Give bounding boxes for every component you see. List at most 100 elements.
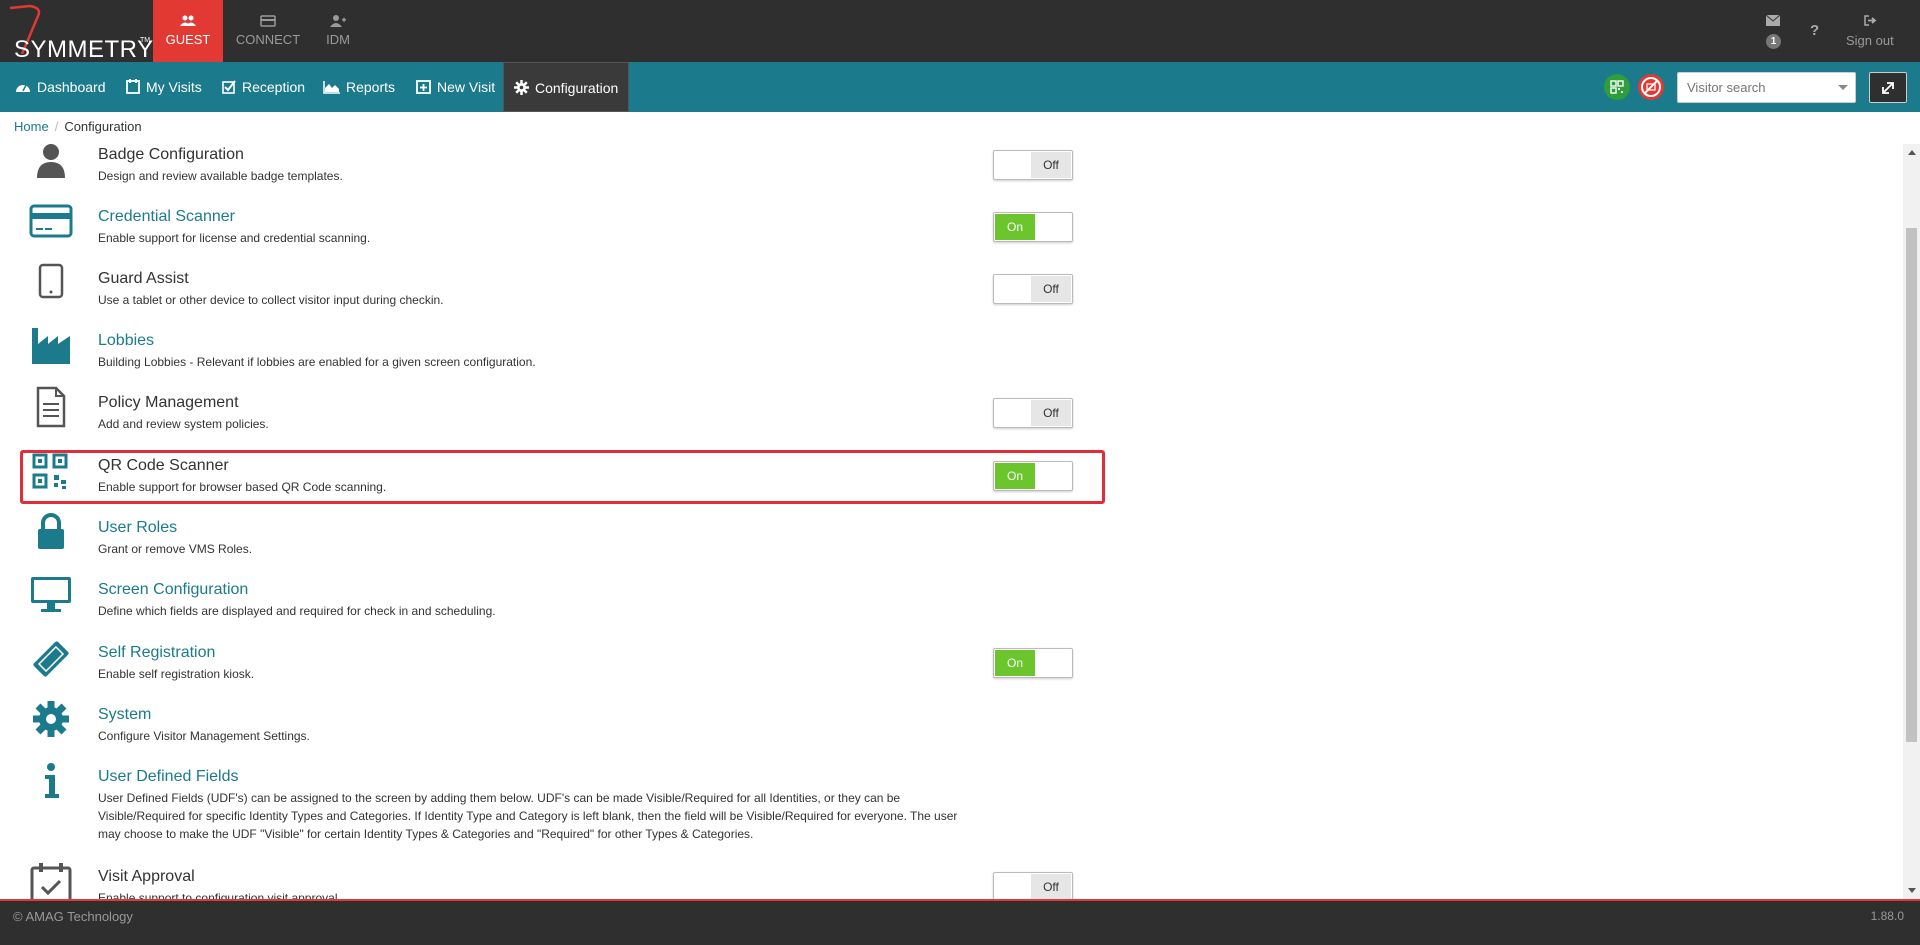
- scroll-up-arrow-icon[interactable]: [1908, 150, 1916, 155]
- config-item-user-defined-fields: User Defined Fields User Defined Fields …: [0, 754, 1100, 854]
- config-item-desc: Configure Visitor Management Settings.: [98, 729, 310, 743]
- nav-configuration[interactable]: Configuration: [503, 62, 630, 112]
- logo-text: SYMMETRY: [14, 36, 154, 63]
- logo-trademark: TM: [140, 37, 151, 44]
- config-item-title[interactable]: Credential Scanner: [98, 208, 235, 226]
- nav-label: My Visits: [146, 79, 202, 95]
- badge-configuration-toggle[interactable]: Off: [993, 150, 1073, 180]
- nav-reports[interactable]: Reports: [323, 62, 395, 112]
- gear-icon: [33, 701, 69, 737]
- breadcrumb-home[interactable]: Home: [14, 119, 49, 134]
- config-item-desc: Enable self registration kiosk.: [98, 667, 255, 681]
- signout-label[interactable]: Sign out: [1846, 33, 1894, 48]
- config-item-desc: Add and review system policies.: [98, 417, 269, 431]
- document-icon: [36, 386, 66, 428]
- config-item-desc: Enable support to configuration visit ap…: [98, 891, 341, 899]
- config-item-user-roles: User Roles Grant or remove VMS Roles.: [0, 505, 1100, 567]
- scrollbar-thumb[interactable]: [1906, 228, 1917, 742]
- toggle-state: Off: [1031, 874, 1071, 899]
- qr-code-icon: [1610, 80, 1624, 94]
- toggle-state: Off: [1031, 276, 1071, 302]
- breadcrumb-current: Configuration: [64, 119, 142, 134]
- config-item-guard-assist: Guard Assist Use a tablet or other devic…: [0, 256, 1100, 318]
- app-tab-guest[interactable]: GUEST: [153, 0, 223, 62]
- ticket-icon: [33, 641, 69, 677]
- symmetry-logo[interactable]: SYMMETRY TM: [8, 4, 153, 63]
- dashboard-icon: [16, 84, 30, 92]
- nav-label: Reception: [242, 79, 306, 95]
- envelope-icon: [1765, 14, 1781, 26]
- config-item-self-registration: Self Registration Enable self registrati…: [0, 630, 1100, 692]
- main-nav: Dashboard My Visits Reception Reports Ne…: [0, 62, 1920, 112]
- app-tab-label: IDM: [326, 32, 350, 47]
- message-count-badge: 1: [1766, 34, 1781, 49]
- highlight-box: [20, 450, 1105, 504]
- config-item-desc: Grant or remove VMS Roles.: [98, 542, 253, 556]
- config-item-desc: Design and review available badge templa…: [98, 169, 343, 183]
- qr-scanner-status-button[interactable]: [1604, 74, 1630, 100]
- app-tab-idm[interactable]: IDM: [303, 0, 373, 62]
- users-icon: [180, 15, 196, 26]
- config-item-credential-scanner: Credential Scanner Enable support for li…: [0, 194, 1100, 256]
- industry-icon: [32, 328, 70, 364]
- expand-icon: [1882, 82, 1894, 94]
- fullscreen-button[interactable]: [1869, 72, 1907, 103]
- config-item-desc: User Defined Fields (UDF's) can be assig…: [98, 791, 958, 841]
- app-tab-label: GUEST: [165, 32, 211, 47]
- checkbox-icon: [222, 80, 236, 94]
- version-text: 1.88.0: [1870, 909, 1904, 923]
- config-item-title[interactable]: Self Registration: [98, 644, 215, 662]
- config-item-title: Guard Assist: [98, 270, 189, 287]
- user-plus-icon: [330, 15, 346, 27]
- scroll-down-arrow-icon[interactable]: [1908, 888, 1916, 893]
- configuration-list: Badge Configuration Design and review av…: [0, 144, 1903, 899]
- config-item-visit-approval: Visit Approval Enable support to configu…: [0, 854, 1100, 899]
- tablet-icon: [38, 263, 64, 299]
- policy-management-toggle[interactable]: Off: [993, 398, 1073, 428]
- toggle-state: On: [995, 214, 1035, 240]
- monitor-icon: [31, 577, 71, 612]
- chevron-down-icon[interactable]: [1838, 85, 1848, 90]
- help-button[interactable]: ?: [1810, 22, 1819, 39]
- config-item-title: Visit Approval: [98, 868, 195, 885]
- user-icon: [37, 144, 65, 178]
- messages-button[interactable]: [1765, 14, 1781, 29]
- gear-icon: [514, 80, 529, 95]
- guard-assist-toggle[interactable]: Off: [993, 274, 1073, 304]
- config-item-desc: Building Lobbies - Relevant if lobbies a…: [98, 355, 536, 369]
- breadcrumb: Home / Configuration: [14, 119, 142, 134]
- nav-dashboard[interactable]: Dashboard: [15, 62, 106, 112]
- card-icon: [260, 15, 276, 27]
- config-item-title: Badge Configuration: [98, 146, 244, 163]
- nav-my-visits[interactable]: My Visits: [126, 62, 202, 112]
- config-item-desc: Enable support for license and credentia…: [98, 231, 371, 245]
- visitor-search-input[interactable]: [1677, 72, 1856, 103]
- area-chart-icon: [323, 81, 340, 94]
- nav-reception[interactable]: Reception: [222, 62, 305, 112]
- toggle-state: On: [995, 650, 1035, 676]
- visit-approval-toggle[interactable]: Off: [993, 872, 1073, 899]
- scanner-disabled-button[interactable]: [1638, 74, 1664, 100]
- config-item-title[interactable]: Lobbies: [98, 332, 154, 350]
- footer: © AMAG Technology 1.88.0: [0, 899, 1920, 945]
- config-item-screen-configuration: Screen Configuration Define which fields…: [0, 567, 1100, 629]
- config-item-lobbies: Lobbies Building Lobbies - Relevant if l…: [0, 318, 1100, 380]
- config-item-title[interactable]: User Roles: [98, 519, 177, 537]
- sign-out-icon: [1863, 15, 1876, 26]
- nav-label: New Visit: [437, 79, 496, 95]
- app-tab-label: CONNECT: [235, 32, 301, 47]
- config-item-title[interactable]: Screen Configuration: [98, 581, 248, 599]
- config-item-desc: Use a tablet or other device to collect …: [98, 293, 444, 307]
- config-item-policy-management: Policy Management Add and review system …: [0, 380, 1100, 442]
- nav-label: Configuration: [535, 80, 619, 96]
- credential-scanner-toggle[interactable]: On: [993, 212, 1073, 242]
- config-item-title[interactable]: User Defined Fields: [98, 768, 239, 786]
- signout-button[interactable]: [1840, 14, 1900, 29]
- nav-new-visit[interactable]: New Visit: [416, 62, 495, 112]
- calendar-icon: [126, 79, 140, 94]
- config-item-title[interactable]: System: [98, 706, 151, 724]
- nav-label: Dashboard: [37, 79, 106, 95]
- self-registration-toggle[interactable]: On: [993, 648, 1073, 678]
- toggle-state: Off: [1031, 400, 1071, 426]
- app-tab-connect[interactable]: CONNECT: [233, 0, 303, 62]
